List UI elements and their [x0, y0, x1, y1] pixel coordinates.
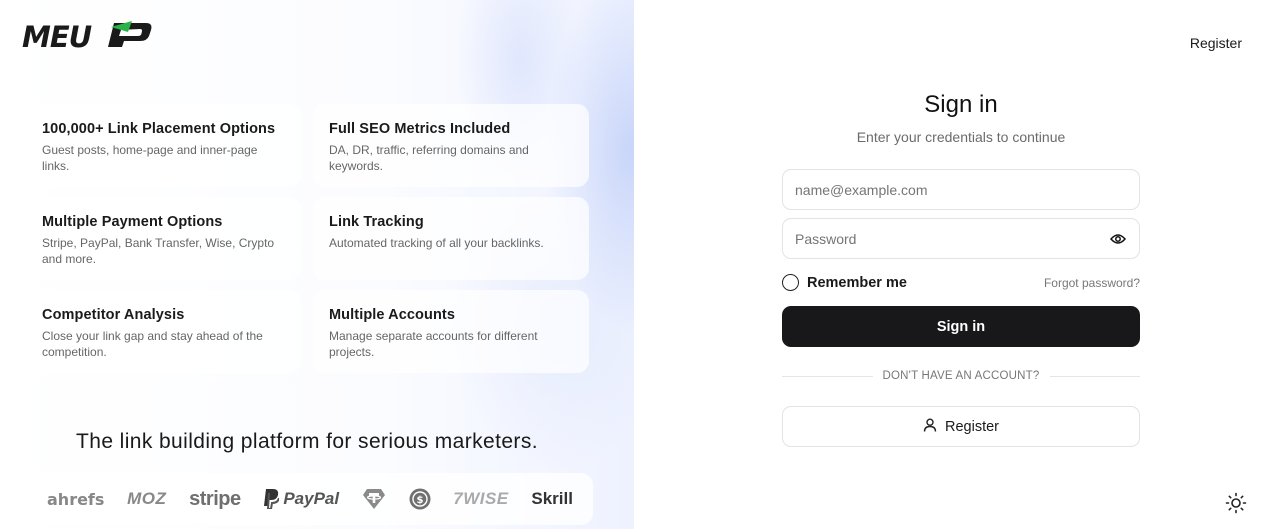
feature-description: Automated tracking of all your backlinks… [329, 236, 544, 250]
divider-line [782, 375, 873, 377]
email-field[interactable] [782, 169, 1140, 210]
feature-description: Guest posts, home-page and inner-page li… [42, 143, 258, 173]
feature-card: Full SEO Metrics Included DA, DR, traffi… [313, 104, 589, 187]
feature-card: Competitor Analysis Close your link gap … [26, 290, 301, 373]
register-button[interactable]: Register [782, 406, 1140, 447]
feature-title: Multiple Payment Options [42, 214, 223, 230]
password-field[interactable] [782, 218, 1140, 259]
stripe-logo: stripe [189, 487, 241, 510]
partner-logos: ahrefs MOZ stripe PayPal $ 7WISE Skrill [21, 473, 593, 525]
sun-icon[interactable] [1225, 492, 1247, 514]
header-register-link[interactable]: Register [1190, 35, 1242, 51]
svg-text:MEU: MEU [22, 20, 92, 50]
moz-logo: MOZ [127, 489, 167, 508]
password-input[interactable] [795, 230, 1109, 247]
feature-title: Multiple Accounts [329, 307, 456, 323]
feature-title: Competitor Analysis [42, 307, 185, 323]
feature-card: 100,000+ Link Placement Options Guest po… [26, 104, 301, 187]
tether-icon [362, 488, 386, 510]
feature-title: Full SEO Metrics Included [329, 121, 511, 137]
eye-icon[interactable] [1109, 230, 1127, 248]
user-icon [923, 417, 937, 436]
remember-me-radio[interactable] [782, 274, 799, 291]
email-input[interactable] [795, 181, 1127, 198]
ahrefs-logo: ahrefs [47, 489, 105, 509]
tagline: The link building platform for serious m… [76, 430, 538, 453]
paypal-label: PayPal [283, 489, 340, 508]
register-button-label: Register [945, 418, 999, 435]
remember-me-toggle[interactable]: Remember me [782, 274, 907, 291]
feature-description: Close your link gap and stay ahead of th… [42, 329, 263, 359]
remember-me-label: Remember me [807, 274, 907, 291]
wise-logo: 7WISE [453, 489, 509, 508]
remember-row: Remember me Forgot password? [782, 274, 1140, 291]
meup-logo[interactable]: MEU [20, 18, 154, 54]
divider-line [1049, 375, 1141, 377]
feature-description: Manage separate accounts for different p… [329, 329, 538, 359]
forgot-password-link[interactable]: Forgot password? [1044, 276, 1140, 290]
feature-title: Link Tracking [329, 214, 424, 230]
feature-title: 100,000+ Link Placement Options [42, 121, 276, 137]
paypal-logo: PayPal [263, 489, 339, 509]
divider-text: DON'T HAVE AN ACCOUNT? [882, 370, 1040, 382]
usdc-icon: $ [409, 488, 431, 510]
feature-grid: 100,000+ Link Placement Options Guest po… [26, 104, 589, 373]
signin-form: Sign in Enter your credentials to contin… [782, 90, 1141, 447]
feature-description: Stripe, PayPal, Bank Transfer, Wise, Cry… [42, 236, 275, 266]
page-title: Sign in [924, 91, 998, 118]
page-subtitle: Enter your credentials to continue [856, 129, 1066, 145]
skrill-logo: Skrill [531, 489, 573, 508]
feature-description: DA, DR, traffic, referring domains and k… [329, 143, 529, 173]
marketing-panel: MEU 100,000+ Link Placement Options Gues… [0, 0, 634, 529]
feature-card: Multiple Accounts Manage separate accoun… [313, 290, 589, 373]
feature-card: Link Tracking Automated tracking of all … [313, 197, 589, 280]
paypal-icon [264, 489, 280, 509]
divider: DON'T HAVE AN ACCOUNT? [782, 370, 1141, 382]
feature-card: Multiple Payment Options Stripe, PayPal,… [26, 197, 301, 280]
svg-text:$: $ [416, 495, 423, 506]
signin-button[interactable]: Sign in [782, 306, 1140, 347]
